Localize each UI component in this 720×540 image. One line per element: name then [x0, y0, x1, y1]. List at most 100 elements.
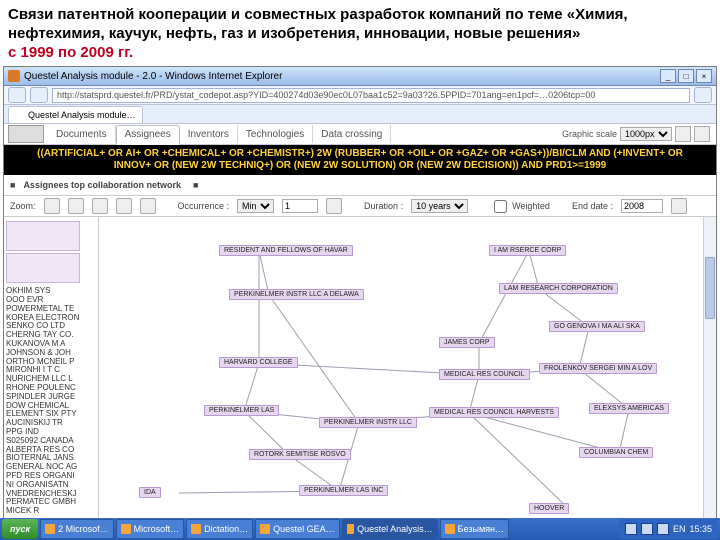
- network-node[interactable]: COLUMBIAN CHEM: [579, 447, 653, 458]
- taskbar-task[interactable]: 2 Microsof…: [40, 519, 114, 539]
- start-button[interactable]: пуск: [2, 519, 38, 539]
- assignee-item[interactable]: ORTHO MCNEIL P: [6, 358, 98, 367]
- network-node[interactable]: RESIDENT AND FELLOWS OF HAVAR: [219, 245, 353, 256]
- clock[interactable]: 15:35: [689, 524, 712, 534]
- occurrence-go-button[interactable]: [326, 198, 342, 214]
- taskbar-task[interactable]: Questel Analysis…: [342, 519, 438, 539]
- network-node[interactable]: ELEXSYS AMERICAS: [589, 403, 669, 414]
- tab-assignees[interactable]: Assignees: [116, 125, 180, 145]
- zoom-tool-5[interactable]: [140, 198, 156, 214]
- minimize-button[interactable]: _: [660, 69, 676, 83]
- network-node[interactable]: FROLENKOV SERGEI MIN A LOV: [539, 363, 657, 374]
- network-node[interactable]: ROTORK SEMITISE ROSVO: [249, 449, 351, 460]
- assignee-item[interactable]: SPINDLER JURGE: [6, 393, 98, 402]
- forward-button[interactable]: [30, 87, 48, 103]
- browser-tabs: Questel Analysis module…: [4, 105, 716, 124]
- network-node[interactable]: HARVARD COLLEGE: [219, 357, 298, 368]
- network-node[interactable]: PERKINELMER INSTR LLC: [319, 417, 417, 428]
- tab-data-crossing[interactable]: Data crossing: [313, 125, 391, 143]
- assignee-sidebar[interactable]: OKHIM SYSOOO EVRPOWERMETAL TEKOREA ELECT…: [4, 217, 99, 540]
- language-indicator[interactable]: EN: [673, 524, 686, 534]
- zoom-tool-3[interactable]: [92, 198, 108, 214]
- assignee-item[interactable]: BIOTERNAL JANS: [6, 454, 98, 463]
- assignee-item[interactable]: POWERMETAL TE: [6, 305, 98, 314]
- refresh-button[interactable]: [694, 87, 712, 103]
- windows-taskbar[interactable]: пуск 2 Microsof…Microsoft…Dictation…Ques…: [0, 518, 720, 540]
- tray-icon[interactable]: [641, 523, 653, 535]
- tray-icon[interactable]: [657, 523, 669, 535]
- thumbnail-1[interactable]: [6, 221, 80, 251]
- assignee-item[interactable]: DOW CHEMICAL: [6, 402, 98, 411]
- occurrence-mode-select[interactable]: Min: [237, 199, 274, 213]
- workspace: OKHIM SYSOOO EVRPOWERMETAL TEKOREA ELECT…: [4, 217, 716, 540]
- url-field[interactable]: http://statsprd.questel.fr/PRD/ystat_cod…: [52, 88, 690, 103]
- occurrence-num-input[interactable]: [282, 199, 318, 213]
- assignee-item[interactable]: MIRONHI I T C: [6, 366, 98, 375]
- weighted-checkbox[interactable]: [494, 200, 507, 213]
- enddate-go-button[interactable]: [671, 198, 687, 214]
- network-node[interactable]: PERKINELMER LAS INC: [299, 485, 388, 496]
- assignee-item[interactable]: CHERNG TAY CO.: [6, 331, 98, 340]
- tray-icon[interactable]: [625, 523, 637, 535]
- maximize-button[interactable]: □: [678, 69, 694, 83]
- module-tabs: Documents Assignees Inventors Technologi…: [4, 124, 716, 145]
- graphic-scale-select[interactable]: 1000px: [620, 127, 672, 141]
- assignee-item[interactable]: KOREA ELECTRON: [6, 314, 98, 323]
- query-line2: INNOV+ OR (NEW 2W TECHNIQ+) OR (NEW 2W S…: [114, 160, 606, 171]
- back-button[interactable]: [8, 87, 26, 103]
- taskbar-task[interactable]: Questel GEA…: [255, 519, 340, 539]
- assignee-item[interactable]: KUKANOVA M A: [6, 340, 98, 349]
- assignee-item[interactable]: ALBERTA RES CO: [6, 446, 98, 455]
- scale-plus-button[interactable]: [694, 126, 710, 142]
- taskbar-task[interactable]: Безымян…: [440, 519, 509, 539]
- zoom-tool-2[interactable]: [68, 198, 84, 214]
- assignee-item[interactable]: GENERAL NOC AG: [6, 463, 98, 472]
- tab-inventors[interactable]: Inventors: [180, 125, 238, 143]
- network-node[interactable]: HOOVER: [529, 503, 569, 514]
- assignee-item[interactable]: MICEK R: [6, 507, 98, 516]
- network-node[interactable]: MEDICAL RES COUNCIL HARVESTS: [429, 407, 559, 418]
- network-node[interactable]: IDA: [139, 487, 161, 498]
- zoom-tool-1[interactable]: [44, 198, 60, 214]
- zoom-tool-4[interactable]: [116, 198, 132, 214]
- scroll-thumb[interactable]: [705, 257, 715, 319]
- thumbnail-2[interactable]: [6, 253, 80, 283]
- assignee-item[interactable]: SENKO CO LTD: [6, 322, 98, 331]
- duration-select[interactable]: 10 years: [411, 199, 468, 213]
- browser-tab[interactable]: Questel Analysis module…: [8, 106, 143, 123]
- address-bar: http://statsprd.questel.fr/PRD/ystat_cod…: [4, 86, 716, 105]
- assignee-item[interactable]: AUCINISKIJ TR: [6, 419, 98, 428]
- assignee-item[interactable]: S025092 CANADA: [6, 437, 98, 446]
- network-node[interactable]: MEDICAL RES COUNCIL: [439, 369, 530, 380]
- assignee-item[interactable]: NI ORGANISATN: [6, 481, 98, 490]
- window-titlebar[interactable]: Questel Analysis module - 2.0 - Windows …: [4, 67, 716, 86]
- assignee-item[interactable]: VNEDRENCHESKJ: [6, 490, 98, 499]
- network-node[interactable]: I AM RSERCE CORP: [489, 245, 566, 256]
- taskbar-task[interactable]: Dictation…: [186, 519, 253, 539]
- graphic-scale-label: Graphic scale: [562, 129, 617, 139]
- network-node[interactable]: GO GENOVA I MA ALI SKA: [549, 321, 645, 332]
- network-node[interactable]: PERKINELMER LAS: [204, 405, 279, 416]
- assignee-item[interactable]: OOO EVR: [6, 296, 98, 305]
- taskbar-task[interactable]: Microsoft…: [116, 519, 185, 539]
- vertical-scrollbar[interactable]: [703, 217, 716, 540]
- network-canvas[interactable]: RESIDENT AND FELLOWS OF HAVAR I AM RSERCE…: [99, 217, 716, 540]
- assignee-item[interactable]: PPG IND: [6, 428, 98, 437]
- assignee-item[interactable]: OKHIM SYS: [6, 287, 98, 296]
- assignee-item[interactable]: PERMATEC GMBH: [6, 498, 98, 507]
- enddate-input[interactable]: [621, 199, 663, 213]
- assignee-item[interactable]: JOHNSON & JOH: [6, 349, 98, 358]
- scale-minus-button[interactable]: [675, 126, 691, 142]
- assignee-item[interactable]: RHONE POULENC: [6, 384, 98, 393]
- assignee-item[interactable]: PFD RES ORGANI: [6, 472, 98, 481]
- network-node[interactable]: JAMES CORP: [439, 337, 495, 348]
- system-tray[interactable]: EN 15:35: [619, 519, 718, 539]
- assignee-item[interactable]: ELEMENT SIX PTY: [6, 410, 98, 419]
- assignee-list[interactable]: OKHIM SYSOOO EVRPOWERMETAL TEKOREA ELECT…: [6, 287, 98, 516]
- tab-technologies[interactable]: Technologies: [238, 125, 313, 143]
- assignee-item[interactable]: NURICHEM LLC L: [6, 375, 98, 384]
- tab-documents[interactable]: Documents: [48, 125, 116, 143]
- close-button[interactable]: ×: [696, 69, 712, 83]
- network-node[interactable]: PERKINELMER INSTR LLC A DELAWA: [229, 289, 364, 300]
- network-node[interactable]: LAM RESEARCH CORPORATION: [499, 283, 618, 294]
